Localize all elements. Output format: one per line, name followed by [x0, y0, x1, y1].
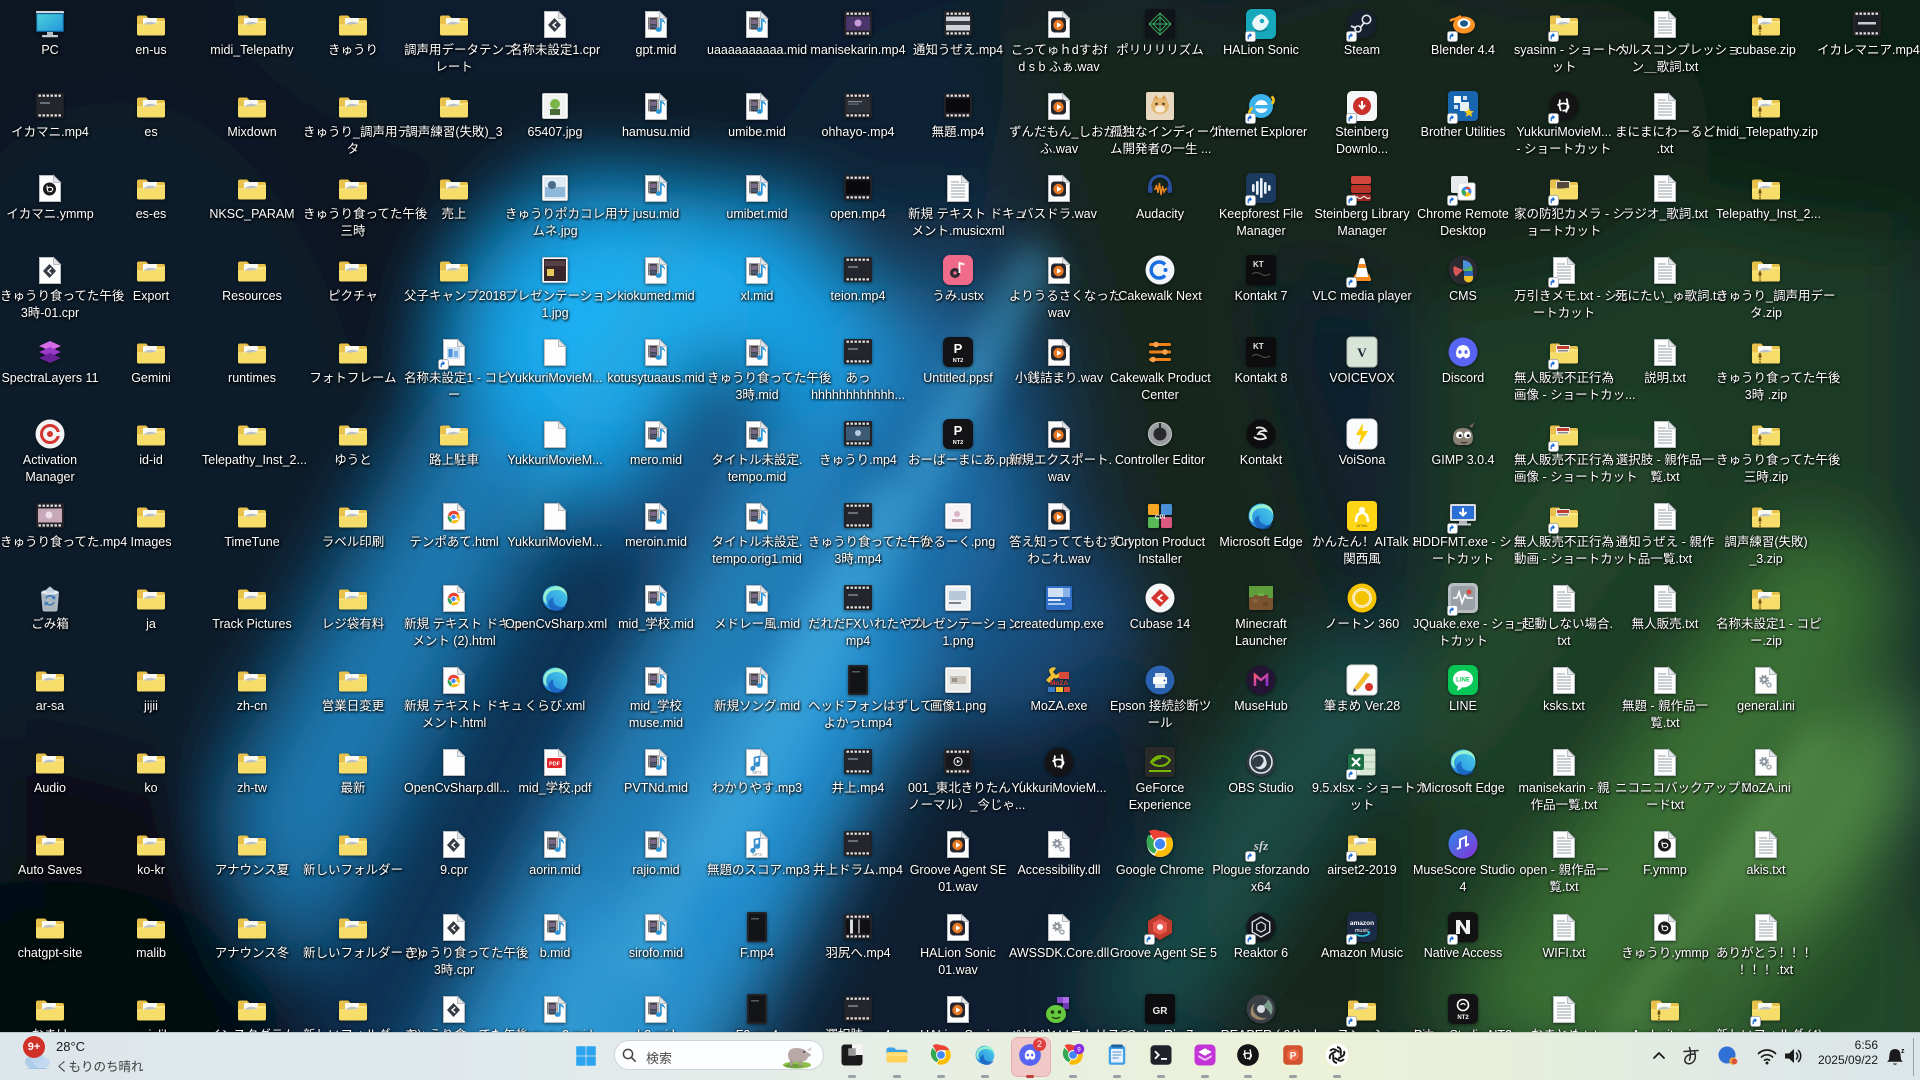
svg-text:MP3: MP3 — [752, 852, 762, 857]
svg-text:NT2: NT2 — [1457, 1015, 1469, 1021]
svg-text:GR: GR — [1153, 1006, 1169, 1017]
svg-text:music: music — [1355, 928, 1370, 934]
svg-text:P: P — [954, 341, 963, 356]
svg-text:AITalk: AITalk — [1357, 523, 1368, 528]
svg-text:MP3: MP3 — [752, 770, 762, 775]
svg-text:NT2: NT2 — [953, 440, 963, 446]
svg-text:PDF: PDF — [549, 761, 561, 767]
svg-text:KT: KT — [1253, 342, 1264, 351]
svg-text:NT2: NT2 — [953, 358, 963, 364]
svg-text:CPI: CPI — [1155, 515, 1165, 521]
svg-text:P: P — [954, 423, 963, 438]
svg-text:KT: KT — [1253, 260, 1264, 269]
svg-text:V: V — [1357, 345, 1367, 360]
svg-text:P: P — [1290, 1051, 1297, 1062]
svg-text:amazon: amazon — [1350, 920, 1374, 927]
svg-text:MoZA: MoZA — [1050, 680, 1068, 687]
svg-text:z: z — [1901, 1048, 1905, 1055]
svg-text:LINE: LINE — [1456, 678, 1470, 684]
